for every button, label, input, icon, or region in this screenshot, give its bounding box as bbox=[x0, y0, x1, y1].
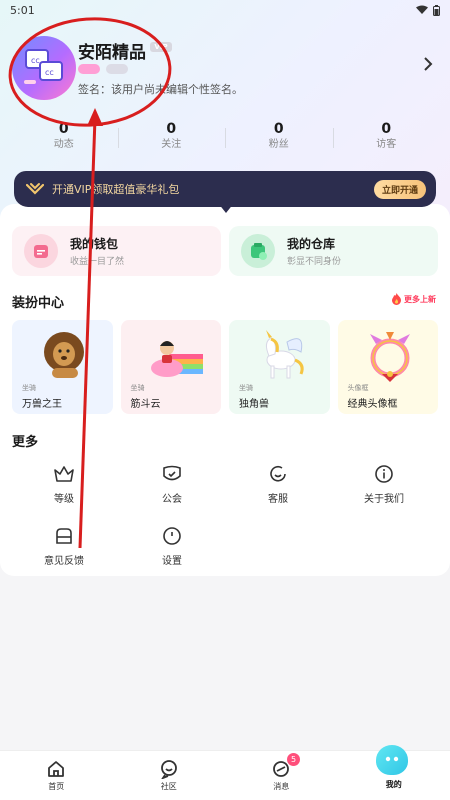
dress-name: 筋斗云 bbox=[130, 399, 161, 410]
lion-mount-image bbox=[44, 332, 84, 378]
crown-icon bbox=[54, 466, 74, 482]
status-time: 5:01 bbox=[10, 3, 35, 17]
dress-center-title: 装扮中心 bbox=[12, 296, 65, 311]
vip-open-button[interactable]: 立即开通 bbox=[373, 179, 426, 199]
more-title: 更多 bbox=[12, 435, 39, 450]
community-icon bbox=[160, 760, 177, 779]
tab-label: 社区 bbox=[160, 782, 177, 791]
warehouse-subtitle: 彰显不同身份 bbox=[287, 257, 342, 267]
vip-banner-text: 开通VIP领取超值豪华礼包 bbox=[52, 183, 180, 196]
tab-community[interactable]: 社区 bbox=[113, 751, 226, 800]
more-item-settings[interactable]: 设置 bbox=[132, 526, 212, 567]
dress-item-cloud[interactable]: 坐骑 筋斗云 bbox=[120, 320, 221, 414]
tab-label: 我的 bbox=[385, 780, 402, 789]
more-item-label: 关于我们 bbox=[364, 494, 404, 505]
dress-item-unicorn[interactable]: 坐骑 独角兽 bbox=[229, 320, 330, 414]
fire-icon bbox=[392, 293, 401, 305]
guild-icon bbox=[163, 465, 181, 481]
svg-text:cc: cc bbox=[45, 68, 54, 77]
dress-type: 坐骑 bbox=[130, 384, 145, 392]
banner-pointer bbox=[218, 203, 234, 213]
stat-label: 关注 bbox=[161, 139, 182, 150]
more-new-link[interactable]: 更多上新 bbox=[391, 293, 436, 305]
stat-label: 粉丝 bbox=[268, 139, 289, 150]
badge-row bbox=[78, 64, 128, 74]
me-icon bbox=[375, 745, 408, 775]
info-icon bbox=[375, 465, 393, 483]
warehouse-icon bbox=[241, 234, 275, 268]
dress-item-lion[interactable]: 坐骑 万兽之王 bbox=[12, 320, 113, 414]
tab-label: 首页 bbox=[48, 782, 65, 791]
more-item-label: 等级 bbox=[54, 494, 74, 505]
dress-name: 万兽之王 bbox=[22, 399, 62, 410]
stat-label: 动态 bbox=[53, 139, 74, 150]
wifi-icon bbox=[416, 5, 428, 14]
more-new-label: 更多上新 bbox=[404, 294, 436, 304]
feedback-icon bbox=[56, 528, 72, 544]
avatar-image: cc cc bbox=[24, 49, 63, 84]
avatar[interactable]: cc cc bbox=[12, 36, 76, 100]
stats-row: 0 动态 0 关注 0 粉丝 0 访客 bbox=[10, 120, 440, 156]
more-item-about[interactable]: 关于我们 bbox=[344, 464, 424, 505]
stat-visitors[interactable]: 0 访客 bbox=[332, 120, 441, 156]
warehouse-card[interactable]: 我的仓库 彰显不同身份 bbox=[229, 226, 438, 276]
more-item-level[interactable]: 等级 bbox=[24, 464, 104, 505]
tab-messages[interactable]: 5 消息 bbox=[225, 751, 338, 800]
tab-home[interactable]: 首页 bbox=[0, 751, 113, 800]
wallet-icon bbox=[24, 234, 58, 268]
stat-posts[interactable]: 0 动态 bbox=[10, 120, 118, 156]
level-badge bbox=[106, 64, 128, 74]
more-item-label: 设置 bbox=[162, 556, 182, 567]
dress-name: 经典头像框 bbox=[347, 399, 398, 410]
gender-badge bbox=[78, 64, 100, 74]
status-bar: 5:01 bbox=[0, 0, 450, 20]
warehouse-title: 我的仓库 bbox=[287, 237, 336, 251]
headset-icon bbox=[270, 465, 286, 482]
dress-item-frame[interactable]: 头像框 经典头像框 bbox=[337, 320, 438, 414]
battery-icon bbox=[433, 4, 440, 16]
more-item-label: 公会 bbox=[162, 494, 182, 505]
profile-header[interactable]: cc cc 安陌精品 VIP 签名：该用户尚未编辑个性签名。 bbox=[12, 36, 442, 104]
vip-crown-icon bbox=[26, 183, 44, 195]
stat-value: 0 bbox=[381, 121, 392, 137]
stat-following[interactable]: 0 关注 bbox=[117, 120, 226, 156]
stat-label: 访客 bbox=[376, 139, 397, 150]
stat-value: 0 bbox=[273, 121, 284, 137]
cloud-mount-image bbox=[150, 341, 203, 377]
dress-name: 独角兽 bbox=[239, 399, 269, 410]
assets-row: 我的钱包 收益一目了然 我的仓库 彰显不同身份 bbox=[12, 226, 438, 276]
settings-icon bbox=[163, 527, 181, 545]
svg-text:cc: cc bbox=[31, 56, 40, 65]
vip-banner[interactable]: 开通VIP领取超值豪华礼包 立即开通 bbox=[14, 171, 436, 207]
home-icon bbox=[48, 761, 65, 777]
more-item-label: 意见反馈 bbox=[44, 556, 84, 567]
stat-followers[interactable]: 0 粉丝 bbox=[225, 120, 333, 156]
bottom-tab-bar: 首页 社区 5 消息 我的 bbox=[0, 745, 450, 800]
more-item-label: 客服 bbox=[268, 494, 288, 505]
signature-text: 签名：该用户尚未编辑个性签名。 bbox=[78, 83, 243, 96]
message-count-badge: 5 bbox=[287, 753, 300, 766]
dress-type: 坐骑 bbox=[22, 384, 36, 392]
more-item-feedback[interactable]: 意见反馈 bbox=[24, 526, 104, 567]
wallet-title: 我的钱包 bbox=[70, 237, 119, 251]
vip-level-tag: VIP bbox=[150, 42, 172, 52]
tab-me[interactable]: 我的 bbox=[338, 745, 450, 800]
wallet-card[interactable]: 我的钱包 收益一目了然 bbox=[12, 226, 221, 276]
stat-value: 0 bbox=[166, 121, 177, 137]
unicorn-mount-image bbox=[265, 330, 304, 379]
dress-type: 坐骑 bbox=[239, 384, 253, 392]
dress-items: 坐骑 万兽之王 坐骑 筋斗云 坐骑 独角兽 头像框 经典头像框 bbox=[12, 320, 438, 414]
chevron-right-icon[interactable] bbox=[420, 56, 436, 72]
stat-value: 0 bbox=[58, 121, 69, 137]
more-item-guild[interactable]: 公会 bbox=[132, 464, 212, 505]
main-card: 我的钱包 收益一目了然 我的仓库 彰显不同身份 装扮中心 更多上新 坐骑 万兽之… bbox=[0, 204, 450, 576]
wallet-subtitle: 收益一目了然 bbox=[70, 257, 125, 267]
tab-label: 消息 bbox=[273, 782, 290, 791]
dress-type: 头像框 bbox=[347, 384, 369, 392]
more-item-service[interactable]: 客服 bbox=[238, 464, 318, 505]
avatar-frame-image bbox=[369, 332, 410, 382]
username: 安陌精品 bbox=[78, 43, 146, 63]
